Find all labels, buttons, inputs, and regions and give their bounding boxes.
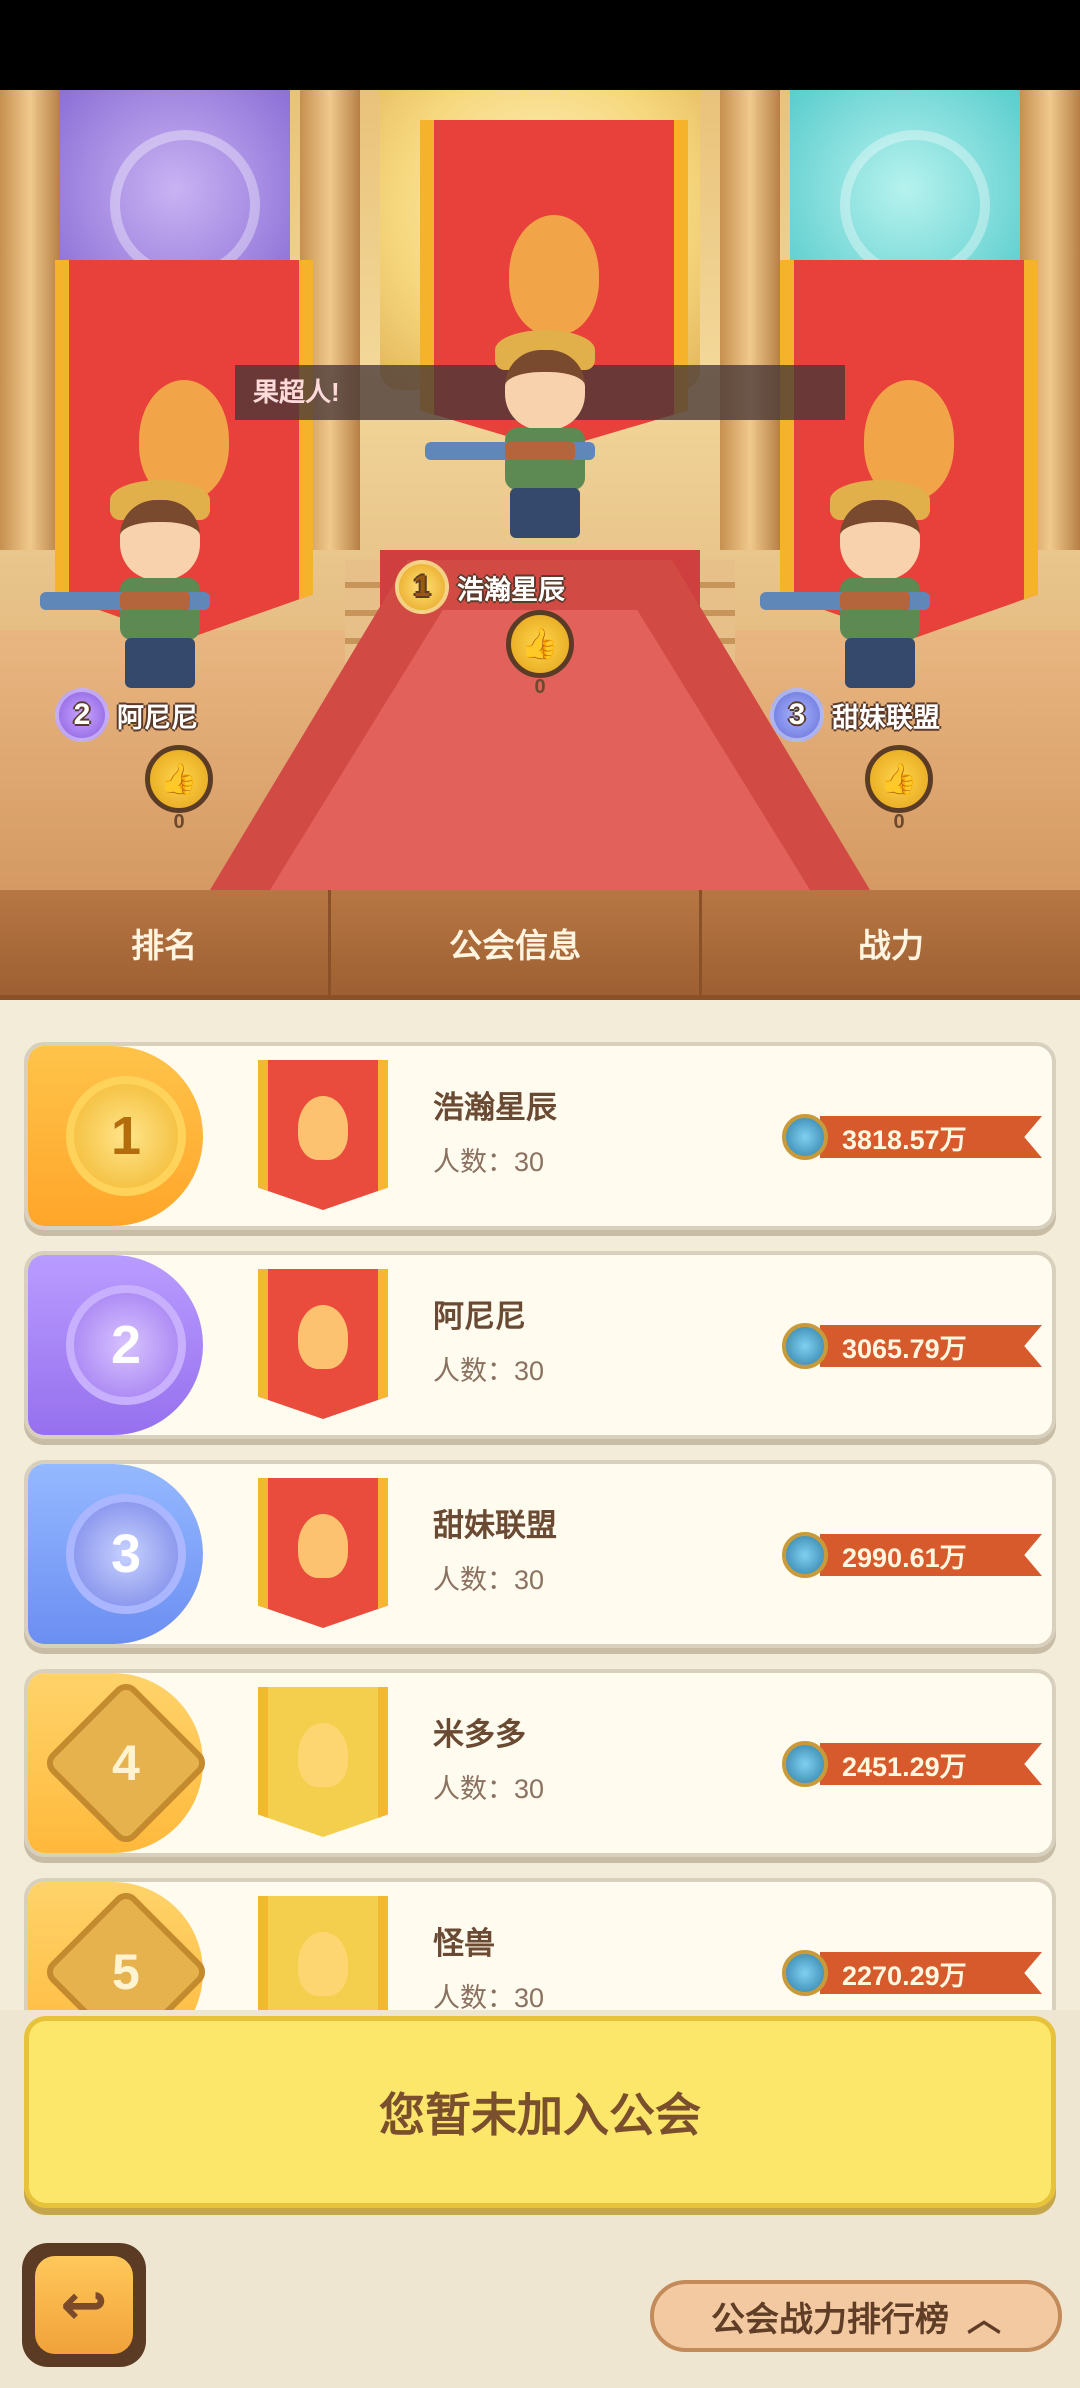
guild-ranking-list[interactable]: 1 浩瀚星辰 人数：30 3818.57万 2 阿尼尼 人数：30 3065.7… (0, 1000, 1080, 2010)
thumbs-up-icon[interactable]: 👍 (145, 745, 213, 813)
table-row[interactable]: 2 阿尼尼 人数：30 3065.79万 (24, 1251, 1056, 1439)
rank-medal-icon: 3 (66, 1494, 186, 1614)
rank-medal-icon: 1 (66, 1076, 186, 1196)
rank-1-badge-icon: 1 (395, 560, 449, 614)
podium-guild-name: 浩瀚星辰 (457, 574, 565, 605)
back-button[interactable]: ↩ (22, 2243, 146, 2367)
character-rank-1[interactable] (425, 330, 615, 540)
pillar (0, 90, 60, 550)
podium-label-1: 1 浩瀚星辰 (395, 560, 565, 614)
member-count: 人数：30 (433, 1356, 545, 1386)
guild-banner-icon (258, 1478, 388, 1628)
guild-banner-icon (258, 1060, 388, 1210)
power-value: 3065.79万 (782, 1321, 1042, 1371)
header-guild-info: 公会信息 (331, 890, 703, 995)
podium-guild-name: 阿尼尼 (117, 702, 198, 733)
thumbs-up-icon[interactable]: 👍 (865, 745, 933, 813)
back-arrow-icon: ↩ (35, 2256, 133, 2354)
key-icon (782, 1323, 828, 1369)
guild-name: 浩瀚星辰 (433, 1090, 557, 1125)
key-icon (782, 1532, 828, 1578)
key-icon (782, 1114, 828, 1160)
guild-name: 米多多 (433, 1717, 526, 1752)
character-rank-3[interactable] (760, 480, 950, 690)
podium-label-2: 2 阿尼尼 (55, 688, 198, 742)
guild-power-ranking-button[interactable]: 公会战力排行榜 ︿ (650, 2280, 1062, 2352)
table-row[interactable]: 3 甜妹联盟 人数：30 2990.61万 (24, 1460, 1056, 1648)
guild-banner-icon (258, 1269, 388, 1419)
guild-name: 阿尼尼 (433, 1299, 526, 1334)
table-row[interactable]: 5 怪兽 人数：30 2270.29万 (24, 1878, 1056, 2010)
member-count: 人数：30 (433, 1774, 545, 1804)
thumbs-up-icon[interactable]: 👍 (506, 610, 574, 678)
table-header: 排名 公会信息 战力 (0, 890, 1080, 1001)
character-rank-2[interactable] (40, 480, 230, 690)
podium-guild-name: 甜妹联盟 (832, 702, 940, 733)
power-value: 3818.57万 (782, 1112, 1042, 1162)
power-value: 2270.29万 (782, 1948, 1042, 1998)
header-power: 战力 (858, 926, 925, 964)
guild-banner-icon (258, 1896, 388, 2010)
header-rank: 排名 (0, 890, 332, 995)
table-row[interactable]: 1 浩瀚星辰 人数：30 3818.57万 (24, 1042, 1056, 1230)
guild-name: 甜妹联盟 (433, 1508, 557, 1543)
podium-scene: 果超人! 1 浩瀚星辰 2 阿尼尼 3 甜妹联盟 👍 0 👍 0 👍 0 (0, 90, 1080, 890)
rank-medal-icon: 2 (66, 1285, 186, 1405)
key-icon (782, 1741, 828, 1787)
no-guild-notice: 您暂未加入公会 (24, 2016, 1056, 2208)
chevron-up-icon: ︿ (967, 2300, 1001, 2339)
guild-name: 怪兽 (433, 1926, 495, 1961)
pillar (720, 90, 780, 550)
ranking-button-label: 公会战力排行榜 (711, 2300, 949, 2339)
member-count: 人数：30 (433, 1983, 545, 2010)
member-count: 人数：30 (433, 1147, 545, 1177)
like-count: 0 (534, 676, 546, 698)
key-icon (782, 1950, 828, 1996)
status-bar (0, 0, 1080, 90)
table-row[interactable]: 4 米多多 人数：30 2451.29万 (24, 1669, 1056, 1857)
member-count: 人数：30 (433, 1565, 545, 1595)
power-value: 2451.29万 (782, 1739, 1042, 1789)
podium-label-3: 3 甜妹联盟 (770, 688, 940, 742)
rank-2-badge-icon: 2 (55, 688, 109, 742)
flame-emblem-icon (509, 215, 599, 335)
guild-banner-icon (258, 1687, 388, 1837)
power-value: 2990.61万 (782, 1530, 1042, 1580)
rank-3-badge-icon: 3 (770, 688, 824, 742)
like-count: 0 (173, 811, 185, 833)
like-count: 0 (893, 811, 905, 833)
